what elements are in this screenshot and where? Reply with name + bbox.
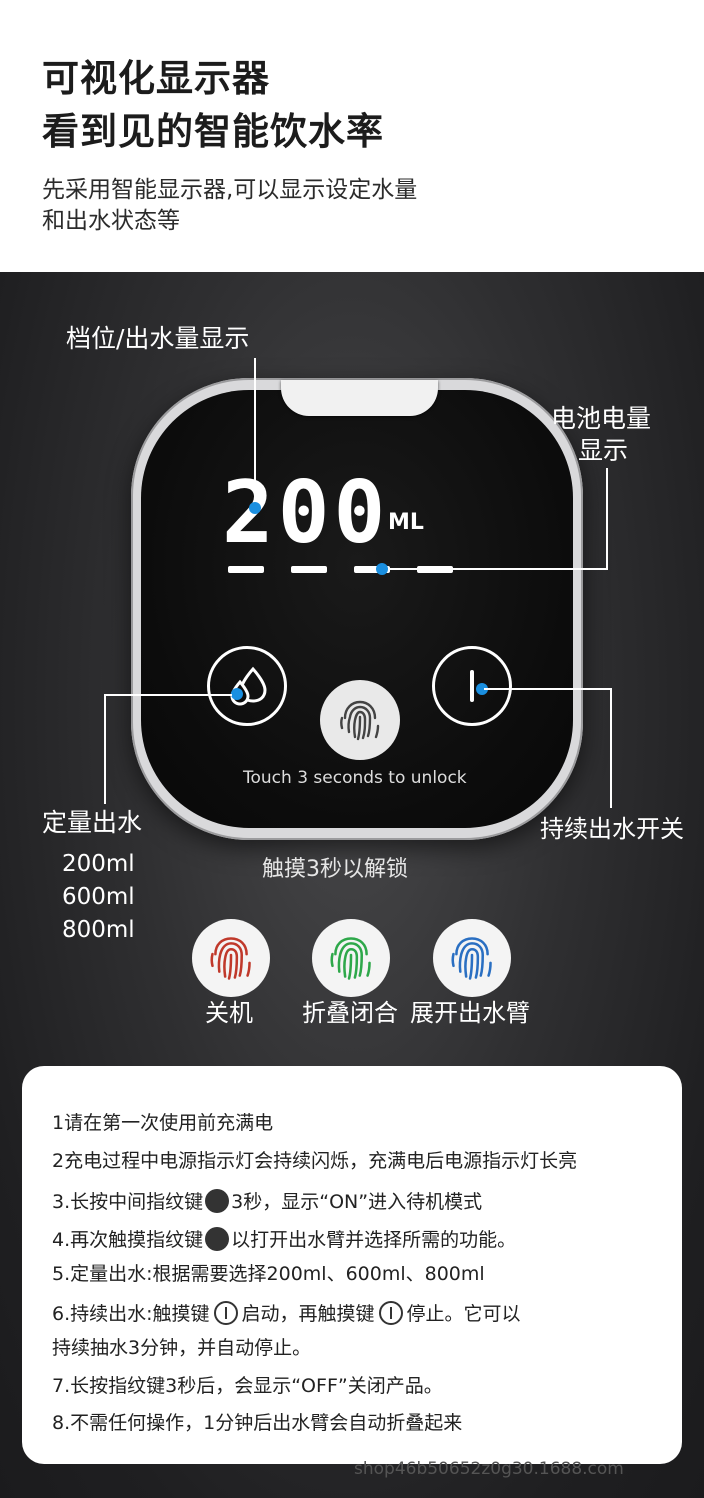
description-line-1: 先采用智能显示器,可以显示设定水量: [42, 177, 418, 203]
instruction-line: 4.再次触摸指纹键 以打开出水臂并选择所需的功能。: [52, 1227, 516, 1251]
fingerprint-mode-fold: [312, 919, 390, 997]
instruction-text: 3.长按中间指纹键: [52, 1191, 204, 1213]
continuous-switch-label: 持续出水开关: [540, 815, 684, 843]
annotation-line: [484, 688, 611, 690]
fingerprint-icon: [205, 1227, 230, 1251]
fingerprint-mode-extend: [433, 919, 511, 997]
touch-unlock-label: 触摸3秒以解锁: [262, 857, 408, 882]
power-icon: [378, 1301, 403, 1325]
fingerprint-icon: [330, 937, 371, 980]
control-panel-screen: [141, 390, 573, 828]
annotation-line: [384, 568, 607, 570]
annotation-line: [104, 694, 106, 804]
power-bar-icon: [470, 670, 474, 702]
gear-display-label: 档位/出水量显示: [66, 324, 250, 353]
instruction-text: 4.再次触摸指纹键: [52, 1229, 204, 1251]
battery-segment: [228, 566, 264, 573]
instruction-line: 1请在第一次使用前充满电: [52, 1112, 274, 1134]
battery-label-line-2: 显示: [578, 436, 629, 465]
battery-label-line-1: 电池电量: [551, 404, 652, 433]
power-icon: [213, 1301, 238, 1325]
panel-notch: [281, 380, 438, 416]
fingerprint-icon: [205, 1189, 230, 1213]
fingerprint-mode-off: [192, 919, 270, 997]
instruction-text: 停止。它可以: [406, 1303, 521, 1325]
fingerprint-mode-label: 展开出水臂: [410, 999, 530, 1027]
description-line-2: 和出水状态等: [42, 208, 180, 234]
instruction-line: 持续抽水3分钟，并自动停止。: [52, 1337, 312, 1359]
fixed-output-option: 800ml: [62, 917, 135, 943]
fixed-output-option: 200ml: [62, 851, 135, 877]
volume-unit: ML: [388, 510, 424, 535]
instruction-text: 3秒，显示“ON”进入待机模式: [231, 1191, 483, 1213]
instruction-line: 3.长按中间指纹键 3秒，显示“ON”进入待机模式: [52, 1189, 482, 1213]
page-title: 可视化显示器: [42, 57, 270, 100]
water-drop-icon: [230, 666, 267, 706]
instruction-text: 以打开出水臂并选择所需的功能。: [231, 1229, 517, 1251]
fixed-output-label: 定量出水: [42, 808, 143, 837]
fingerprint-icon: [451, 937, 492, 980]
annotation-line: [606, 468, 608, 570]
instruction-text: 6.持续出水:触摸键: [52, 1303, 210, 1325]
annotation-line: [610, 688, 612, 808]
fixed-output-option: 600ml: [62, 884, 135, 910]
fingerprint-unlock-button[interactable]: [320, 680, 400, 760]
continuous-flow-button[interactable]: [432, 646, 512, 726]
annotation-line: [254, 358, 256, 508]
annotation-dot: [231, 688, 243, 700]
annotation-dot: [249, 502, 261, 514]
water-drop-button[interactable]: [207, 646, 287, 726]
top-section: 可视化显示器 看到见的智能饮水率 先采用智能显示器,可以显示设定水量 和出水状态…: [0, 0, 704, 272]
fingerprint-mode-label: 关机: [205, 999, 253, 1027]
instruction-line: 2充电过程中电源指示灯会持续闪烁，充满电后电源指示灯长亮: [52, 1150, 578, 1172]
watermark: shop46b50652z0g30.1688.com: [354, 1459, 624, 1479]
volume-readout: 200: [222, 463, 390, 563]
unlock-hint: Touch 3 seconds to unlock: [243, 768, 467, 788]
fingerprint-icon: [340, 700, 380, 741]
annotation-dot: [376, 563, 388, 575]
instruction-line: 6.持续出水:触摸键 启动，再触摸键 停止。它可以: [52, 1301, 521, 1325]
page-subtitle: 看到见的智能饮水率: [42, 110, 384, 153]
fingerprint-mode-label: 折叠闭合: [302, 999, 398, 1027]
instruction-line: 8.不需任何操作，1分钟后出水臂会自动折叠起来: [52, 1412, 463, 1434]
instruction-line: 5.定量出水:根据需要选择200ml、600ml、800ml: [52, 1263, 485, 1285]
fingerprint-icon: [210, 937, 251, 980]
instruction-line: 7.长按指纹键3秒后，会显示“OFF”关闭产品。: [52, 1375, 443, 1397]
annotation-line: [104, 694, 232, 696]
instruction-text: 启动，再触摸键: [241, 1303, 375, 1325]
battery-segment: [291, 566, 327, 573]
